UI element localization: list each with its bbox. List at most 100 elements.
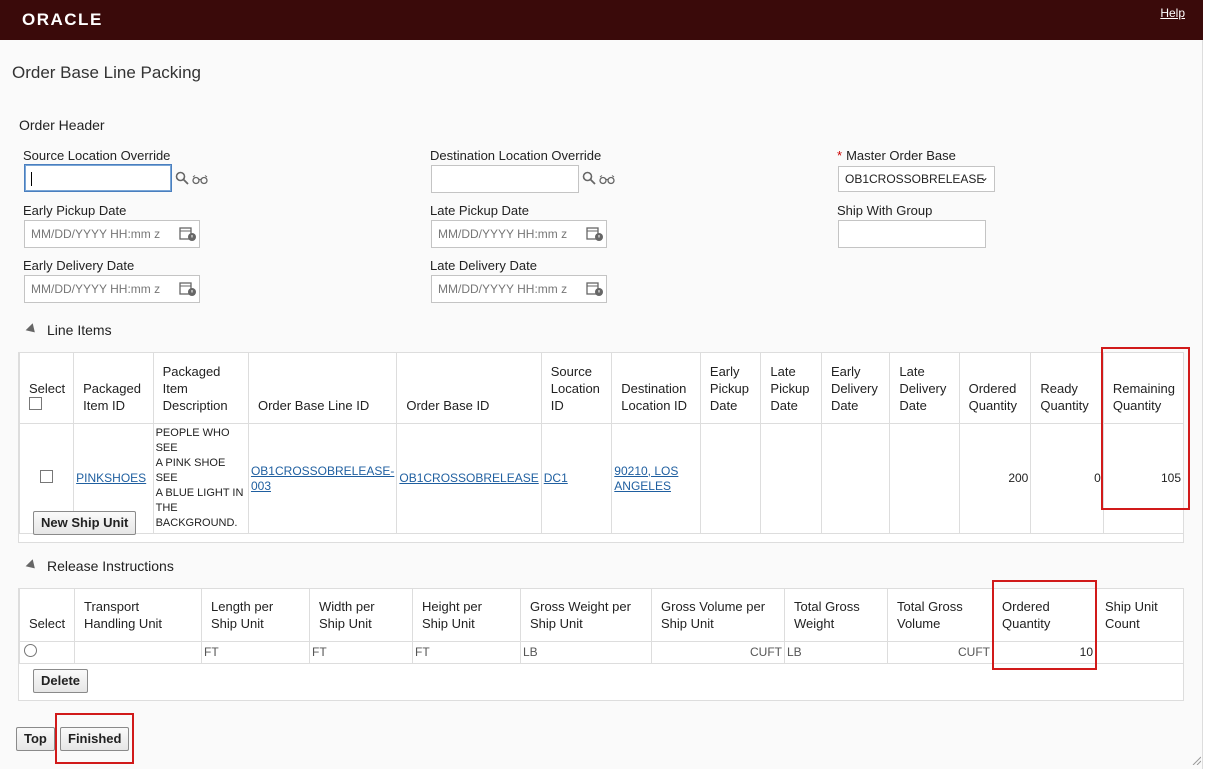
ordered-quantity-cell: 200 xyxy=(958,423,1032,534)
col-gross-volume-per-ship-unit: Gross Volume per Ship Unit xyxy=(651,588,785,642)
transport-handling-unit-cell[interactable] xyxy=(74,641,202,664)
description-cell: PEOPLE WHO SEE A PINK SHOE SEE A BLUE LIGH… xyxy=(152,423,249,534)
chevron-down-icon: ⌄ xyxy=(978,170,989,184)
col-packaged-item-id: Packaged Item ID xyxy=(73,352,154,424)
destination-location-label: Destination Location Override xyxy=(430,148,602,163)
calendar-icon[interactable] xyxy=(179,281,197,297)
late-pickup-cell xyxy=(760,423,822,534)
early-pickup-label: Early Pickup Date xyxy=(23,203,127,218)
length-unit-cell: FT xyxy=(201,641,310,664)
release-instructions-toggle[interactable]: Release Instructions xyxy=(25,558,174,574)
highlight-finished-button xyxy=(55,713,134,764)
order-base-line-id-cell: OB1CROSSOBRELEASE-003 xyxy=(247,423,398,534)
row-select-radio[interactable] xyxy=(24,644,37,657)
early-pickup-input[interactable]: MM/DD/YYYY HH:mm z xyxy=(24,220,200,248)
required-marker: * xyxy=(837,148,843,163)
top-button[interactable]: Top xyxy=(16,727,55,751)
height-unit-cell: FT xyxy=(412,641,521,664)
calendar-icon[interactable] xyxy=(586,281,604,297)
ship-with-group-label: Ship With Group xyxy=(837,203,933,218)
table-row: PINKSHOES PEOPLE WHO SEE A PINK SHOE SEE A… xyxy=(18,423,1185,534)
oracle-logo: ORACLE xyxy=(22,10,103,29)
early-delivery-cell xyxy=(820,423,891,534)
search-icon[interactable] xyxy=(175,171,189,185)
col-total-gross-weight: Total Gross Weight xyxy=(784,588,888,642)
line-items-title: Line Items xyxy=(47,322,112,338)
col-packaged-item-description: Packaged Item Description xyxy=(152,352,249,424)
col-destination-location-id: Destination Location ID xyxy=(611,352,701,424)
resize-grip-icon[interactable] xyxy=(1191,755,1201,765)
total-volume-unit-cell: CUFT xyxy=(887,641,993,664)
calendar-icon[interactable] xyxy=(179,226,197,242)
help-link[interactable]: Help xyxy=(1160,6,1185,20)
source-location-input[interactable] xyxy=(24,164,172,192)
gross-weight-unit-cell: LB xyxy=(520,641,652,664)
view-details-icon[interactable] xyxy=(599,175,615,185)
early-delivery-label: Early Delivery Date xyxy=(23,258,135,273)
col-late-pickup-date: Late Pickup Date xyxy=(760,352,822,424)
master-order-base-select[interactable]: OB1CROSSOBRELEASE ⌄ xyxy=(838,166,995,192)
early-pickup-cell xyxy=(699,423,762,534)
total-weight-unit-cell: LB xyxy=(784,641,888,664)
select-all-checkbox[interactable] xyxy=(29,397,42,410)
ship-unit-count-cell xyxy=(1095,641,1184,664)
highlight-remaining-quantity xyxy=(1101,347,1190,510)
col-late-delivery-date: Late Delivery Date xyxy=(889,352,960,424)
row-select-cell xyxy=(19,641,75,664)
late-pickup-input[interactable]: MM/DD/YYYY HH:mm z xyxy=(431,220,607,248)
order-base-id-cell: OB1CROSSOBRELEASE xyxy=(396,423,542,534)
source-location-label: Source Location Override xyxy=(23,148,171,163)
col-ordered-quantity: Ordered Quantity xyxy=(958,352,1032,424)
order-header-title: Order Header xyxy=(19,117,105,133)
col-source-location-id: Source Location ID xyxy=(540,352,613,424)
col-height-per-ship-unit: Height per Ship Unit xyxy=(412,588,521,642)
row-select-checkbox[interactable] xyxy=(40,470,54,483)
early-pickup-placeholder: MM/DD/YYYY HH:mm z xyxy=(31,227,161,241)
order-base-link[interactable]: OB1CROSSOBRELEASE xyxy=(399,471,538,485)
master-order-base-label-text: Master Order Base xyxy=(846,148,956,163)
col-width-per-ship-unit: Width per Ship Unit xyxy=(309,588,413,642)
line-items-table: Select Packaged Item ID Packaged Item Descr… xyxy=(18,352,1185,534)
master-order-base-value: OB1CROSSOBRELEASE xyxy=(845,172,985,186)
col-select: Select xyxy=(19,588,75,642)
ship-with-group-input[interactable] xyxy=(838,220,986,248)
col-early-pickup-date: Early Pickup Date xyxy=(699,352,762,424)
order-base-line-link[interactable]: OB1CROSSOBRELEASE-003 xyxy=(251,464,394,493)
new-ship-unit-button[interactable]: New Ship Unit xyxy=(33,511,137,535)
col-early-delivery-date: Early Delivery Date xyxy=(820,352,891,424)
late-pickup-label: Late Pickup Date xyxy=(430,203,530,218)
view-details-icon[interactable] xyxy=(192,175,208,185)
col-length-per-ship-unit: Length per Ship Unit xyxy=(201,588,310,642)
col-select: Select xyxy=(18,352,75,424)
destination-location-input[interactable] xyxy=(431,165,579,193)
calendar-icon[interactable] xyxy=(586,226,604,242)
col-ship-unit-count: Ship Unit Count xyxy=(1095,588,1184,642)
search-icon[interactable] xyxy=(582,171,596,185)
destination-location-link[interactable]: 90210, LOS ANGELES xyxy=(614,464,678,493)
page-title: Order Base Line Packing xyxy=(12,63,201,82)
col-ready-quantity: Ready Quantity xyxy=(1030,352,1104,424)
late-delivery-input[interactable]: MM/DD/YYYY HH:mm z xyxy=(431,275,607,303)
delete-button[interactable]: Delete xyxy=(33,669,89,693)
highlight-ordered-quantity xyxy=(992,580,1097,670)
top-bar: ORACLE Help xyxy=(0,0,1203,40)
col-order-base-id: Order Base ID xyxy=(396,352,542,424)
destination-location-cell: 90210, LOS ANGELES xyxy=(611,423,701,534)
master-order-base-label: * Master Order Base xyxy=(837,148,956,163)
source-location-link[interactable]: DC1 xyxy=(544,471,568,485)
late-delivery-cell xyxy=(889,423,960,534)
packaged-item-link[interactable]: PINKSHOES xyxy=(76,471,146,485)
early-delivery-input[interactable]: MM/DD/YYYY HH:mm z xyxy=(24,275,200,303)
line-items-toggle[interactable]: Line Items xyxy=(25,322,112,338)
early-delivery-placeholder: MM/DD/YYYY HH:mm z xyxy=(31,282,161,296)
col-gross-weight-per-ship-unit: Gross Weight per Ship Unit xyxy=(520,588,652,642)
ready-quantity-cell: 0 xyxy=(1030,423,1104,534)
col-transport-handling-unit: Transport Handling Unit xyxy=(74,588,202,642)
release-instructions-title: Release Instructions xyxy=(47,558,174,574)
collapse-triangle-icon xyxy=(25,323,39,337)
width-unit-cell: FT xyxy=(309,641,413,664)
late-delivery-placeholder: MM/DD/YYYY HH:mm z xyxy=(438,282,568,296)
late-delivery-label: Late Delivery Date xyxy=(430,258,537,273)
col-total-gross-volume: Total Gross Volume xyxy=(887,588,993,642)
late-pickup-placeholder: MM/DD/YYYY HH:mm z xyxy=(438,227,568,241)
